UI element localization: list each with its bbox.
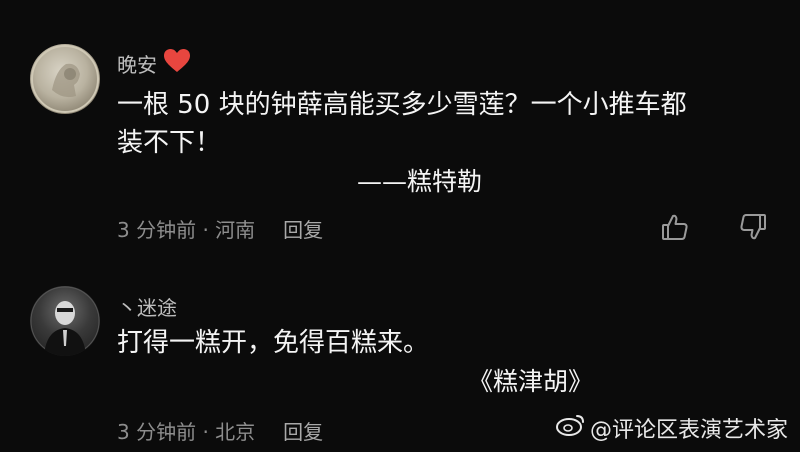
meta-separator: · <box>202 420 209 444</box>
watermark: @评论区表演艺术家 <box>555 412 788 444</box>
weibo-icon <box>555 413 586 443</box>
comment-signature: 《糕津胡》 <box>468 367 594 396</box>
comment-time: 3 分钟前 <box>117 218 197 242</box>
thumbs-down-icon[interactable] <box>738 212 768 242</box>
username[interactable]: 丶迷途 <box>117 292 177 321</box>
meta-separator: · <box>202 218 209 242</box>
avatar[interactable] <box>30 286 100 356</box>
heart-icon <box>163 48 191 79</box>
comment-location: 河南 <box>215 218 256 242</box>
comment-location: 北京 <box>215 420 256 444</box>
watermark-text: @评论区表演艺术家 <box>589 418 788 443</box>
username-text: 丶迷途 <box>117 296 177 320</box>
comment-meta: 3 分钟前 · 河南 回复 <box>117 214 323 243</box>
comment-text: 一根 50 块的钟薛高能买多少雪莲？一个小推车都 装不下！ <box>117 90 687 158</box>
comment-text: 打得一糕开，免得百糕来。 <box>117 328 430 358</box>
meta-info: 3 分钟前 · 北京 <box>117 416 255 445</box>
reply-button[interactable]: 回复 <box>283 214 323 243</box>
avatar[interactable] <box>30 44 100 114</box>
username-text: 晚安 <box>117 53 157 77</box>
comment-signature: ——糕特勒 <box>357 167 483 196</box>
comment-item: 晚安 一根 50 块的钟薛高能买多少雪莲？一个小推车都 装不下！ ——糕特勒 3… <box>0 0 800 262</box>
comment-time: 3 分钟前 <box>117 420 197 444</box>
username[interactable]: 晚安 <box>117 48 191 79</box>
reply-button[interactable]: 回复 <box>283 416 323 445</box>
thumbs-up-icon[interactable] <box>660 212 690 242</box>
meta-info: 3 分钟前 · 河南 <box>117 214 255 243</box>
comment-meta: 3 分钟前 · 北京 回复 <box>117 416 323 445</box>
